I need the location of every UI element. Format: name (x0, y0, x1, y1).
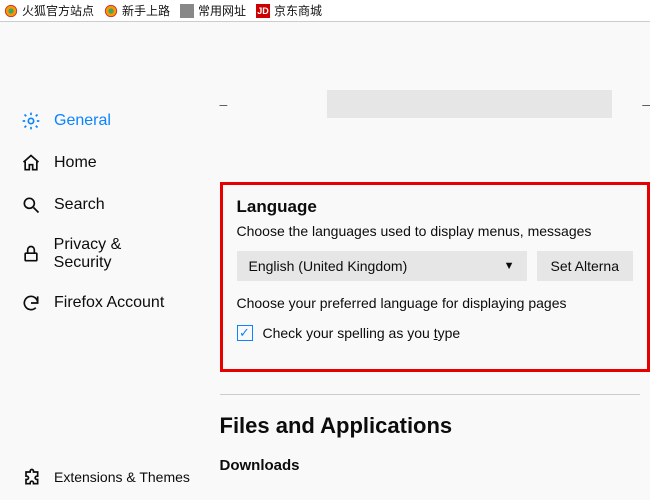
language-section-highlight: Language Choose the languages used to di… (220, 182, 650, 372)
language-controls-row: English (United Kingdom) ▼ Set Alterna (237, 251, 634, 281)
sidebar-item-label: Home (54, 154, 97, 172)
jd-icon: JD (256, 4, 270, 18)
sync-icon (20, 292, 42, 314)
dropdown-value: English (United Kingdom) (249, 258, 408, 274)
files-applications-heading: Files and Applications (220, 413, 650, 439)
gear-icon (20, 110, 42, 132)
home-icon (20, 152, 42, 174)
language-dropdown[interactable]: English (United Kingdom) ▼ (237, 251, 527, 281)
sidebar-item-label: Privacy & Security (54, 236, 182, 272)
sidebar-item-label: General (54, 112, 111, 130)
sidebar-item-label: Firefox Account (54, 294, 164, 312)
section-divider (220, 394, 641, 395)
settings-layout: General Home Search Privacy & Security F… (0, 22, 650, 500)
sidebar-item-extensions[interactable]: Extensions & Themes (0, 454, 215, 500)
spellcheck-option[interactable]: ✓ Check your spelling as you type (237, 325, 634, 341)
search-icon (20, 194, 42, 216)
bookmark-bar: 火狐官方站点 新手上路 常用网址 JD 京东商城 (0, 0, 650, 22)
firefox-icon (4, 4, 18, 18)
sidebar-item-general[interactable]: General (0, 100, 192, 142)
bookmark-firefox-official[interactable]: 火狐官方站点 (4, 2, 94, 19)
bookmark-label: 京东商城 (274, 2, 322, 19)
sidebar: General Home Search Privacy & Security F… (0, 22, 192, 500)
dropdown-fragment[interactable] (327, 90, 612, 118)
firefox-icon (104, 4, 118, 18)
bookmark-label: 常用网址 (198, 2, 246, 19)
sidebar-item-home[interactable]: Home (0, 142, 192, 184)
bookmark-getting-started[interactable]: 新手上路 (104, 2, 170, 19)
sidebar-item-label: Extensions & Themes (54, 469, 190, 485)
page-icon (180, 4, 194, 18)
sidebar-item-label: Search (54, 196, 105, 214)
lock-icon (20, 243, 42, 265)
language-description: Choose the languages used to display men… (237, 223, 634, 239)
content-area: – – Language Choose the languages used t… (192, 22, 650, 500)
bookmark-jd[interactable]: JD 京东商城 (256, 2, 322, 19)
bookmark-label: 火狐官方站点 (22, 2, 94, 19)
dash-text: – (220, 96, 228, 112)
sidebar-item-search[interactable]: Search (0, 184, 192, 226)
spellcheck-label: Check your spelling as you type (263, 325, 461, 341)
puzzle-icon (20, 466, 42, 488)
bookmark-common-urls[interactable]: 常用网址 (180, 2, 246, 19)
button-label: Set Alterna (551, 258, 620, 274)
set-alternatives-button[interactable]: Set Alterna (537, 251, 634, 281)
language-heading: Language (237, 197, 634, 217)
bookmark-label: 新手上路 (122, 2, 170, 19)
dash-text: – (642, 96, 650, 112)
checkbox-checked-icon[interactable]: ✓ (237, 325, 253, 341)
sidebar-bottom: Extensions & Themes (0, 454, 215, 500)
preferred-language-description: Choose your preferred language for displ… (237, 295, 634, 311)
downloads-heading: Downloads (220, 457, 650, 474)
sidebar-item-privacy[interactable]: Privacy & Security (0, 226, 192, 282)
partial-row: – – (220, 90, 650, 118)
chevron-down-icon: ▼ (504, 260, 515, 272)
sidebar-item-account[interactable]: Firefox Account (0, 282, 192, 324)
